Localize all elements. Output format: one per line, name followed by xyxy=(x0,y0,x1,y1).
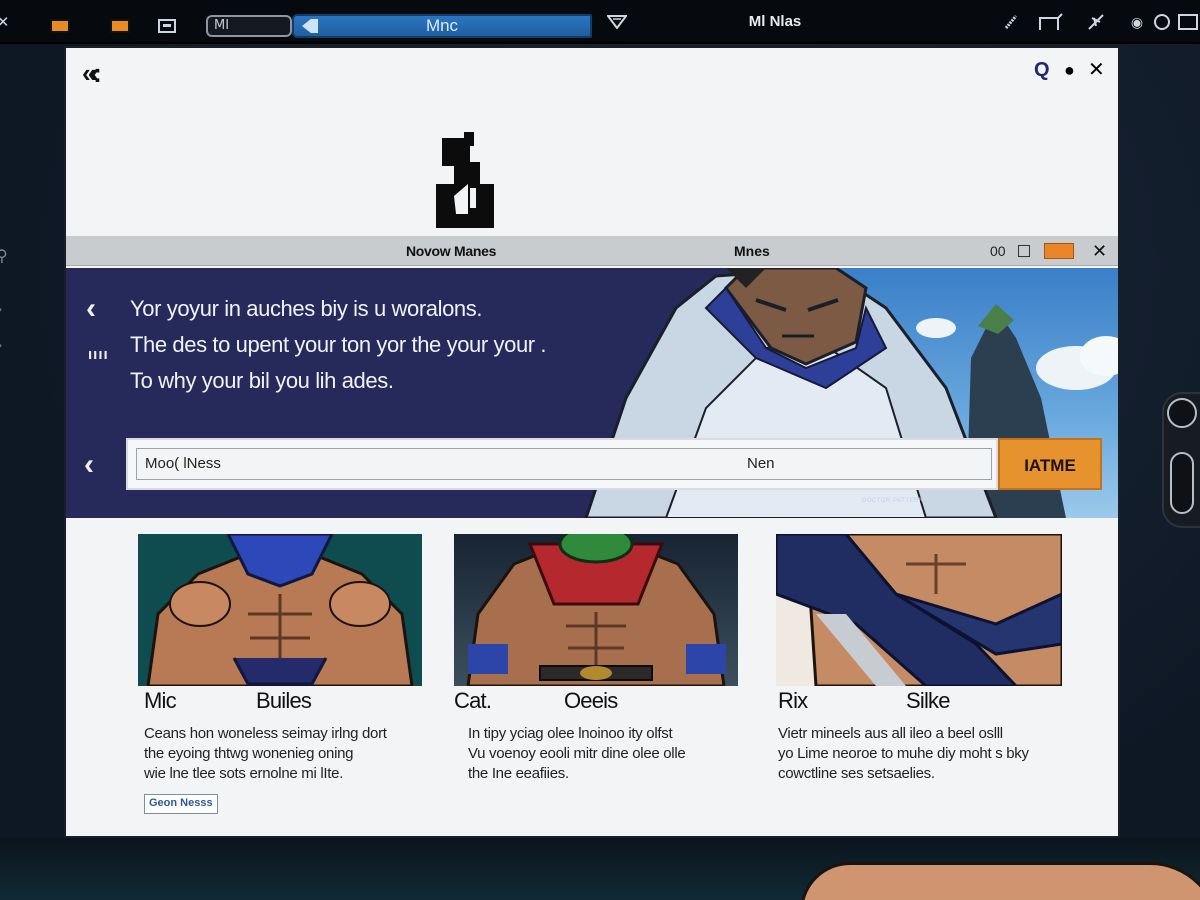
wifi-icon[interactable]: ◉ xyxy=(1128,0,1146,44)
scroll-knob[interactable] xyxy=(1167,398,1197,428)
card-desc-line: cowctline ses setsaelies. xyxy=(778,765,935,782)
chevron-left-icon[interactable]: ‹ xyxy=(86,292,96,326)
submit-button[interactable]: IATME xyxy=(998,438,1102,490)
close-icon[interactable]: ✕ xyxy=(1088,58,1105,82)
card-desc-line: Ceans hon woneless seimay irlng dort xyxy=(144,725,387,742)
hero-text-line: Yor yoyur in auches biy is u woralons. xyxy=(130,296,483,321)
search-placeholder: Moo( lNess xyxy=(145,455,221,472)
settings-icon[interactable] xyxy=(1152,0,1172,44)
toolbar-counter: 00 xyxy=(990,243,1006,259)
brand-logo xyxy=(434,132,496,230)
orange-square-icon[interactable] xyxy=(110,19,130,33)
card-description: Ceans hon woneless seimay irlng dort the… xyxy=(144,724,387,784)
chevron-left-icon[interactable]: ‹ xyxy=(84,448,94,482)
card-desc-line: wie lne tlee sots ernolne mi lIte. xyxy=(144,765,344,782)
card-desc-line: Vu voenoy eooli mitr dine olee olle xyxy=(468,745,686,762)
hand-illustration xyxy=(800,862,1200,900)
card-image[interactable] xyxy=(454,534,738,686)
card-desc-line: yo Lime neoroe to muhe diy moht s bky xyxy=(778,745,1029,762)
pin-icon xyxy=(302,19,318,33)
read-more-button[interactable]: Geon Nesss xyxy=(144,794,218,814)
window-icon[interactable] xyxy=(158,19,176,33)
card-title[interactable]: Cat. xyxy=(454,688,492,714)
record-icon[interactable]: ● xyxy=(1064,58,1075,82)
toolbar-label[interactable]: Mnes xyxy=(734,236,770,266)
search-icon[interactable]: ⚲ xyxy=(0,246,8,266)
window-icon[interactable] xyxy=(1176,0,1200,44)
card-desc-line: the eyoing thtwg wonenieg oning xyxy=(144,745,354,762)
address-text: Mnc xyxy=(425,16,459,35)
card-desc-line: Vietr mineels aus all ileo a beel oslll xyxy=(778,725,1003,742)
search-mid-text: Nen xyxy=(747,455,775,472)
square-icon[interactable] xyxy=(1018,245,1030,257)
orange-tab-icon[interactable] xyxy=(1044,243,1074,259)
card-title[interactable]: Rix xyxy=(778,688,808,714)
back-double-chevron-icon[interactable]: «‹: xyxy=(82,58,102,89)
plane-icon[interactable] xyxy=(1084,0,1108,44)
edit-icon[interactable] xyxy=(1000,0,1022,44)
hero-text-line: To why your bil you lih ades. xyxy=(130,368,394,393)
card-subtitle[interactable]: Oeeis xyxy=(564,688,618,714)
toolbar-label[interactable]: Novow Manes xyxy=(406,236,496,266)
chevron-right-icon[interactable]: › xyxy=(0,338,2,352)
crop-icon[interactable] xyxy=(1036,0,1066,44)
orange-square-icon[interactable] xyxy=(50,19,70,33)
address-bar[interactable]: Mnc xyxy=(292,14,592,38)
desktop: ✕ MI Mnc Ml Nlas ◉ ⚲ › › xyxy=(0,0,1200,900)
system-top-bar: ✕ MI Mnc Ml Nlas ◉ xyxy=(0,0,1200,44)
close-icon[interactable]: ✕ xyxy=(1092,236,1107,266)
card-title[interactable]: Mic xyxy=(144,688,177,714)
card-desc-line: In tipy yciag olee lnoinoo ity olfst xyxy=(468,725,673,742)
card-description: Vietr mineels aus all ileo a beel oslll … xyxy=(778,724,1029,784)
hero-text-line: The des to upent your ton yor the your y… xyxy=(130,332,547,357)
card-description: In tipy yciag olee lnoinoo ity olfst Vu … xyxy=(468,724,686,784)
triangle-down-icon[interactable] xyxy=(604,0,630,44)
card-subtitle[interactable]: Silke xyxy=(906,688,950,714)
fine-print: DOCTOR PATTERN xyxy=(862,498,924,504)
search-field[interactable]: Moo( lNess Nen xyxy=(126,438,998,490)
menu-icon[interactable]: ıııı xyxy=(88,346,109,363)
card-image[interactable] xyxy=(138,534,422,686)
card-image[interactable] xyxy=(776,534,1062,686)
chevron-right-icon[interactable]: › xyxy=(0,302,2,316)
close-icon[interactable]: ✕ xyxy=(0,0,10,44)
card-subtitle[interactable]: Builes xyxy=(256,688,312,714)
hero-banner: Yor yoyur in auches biy is u woralons. T… xyxy=(66,268,1118,518)
search-input[interactable]: Moo( lNess Nen xyxy=(136,448,992,480)
window-title: Ml Nlas xyxy=(748,13,802,30)
card-desc-line: the Ine eeafiies. xyxy=(468,765,569,782)
app-window: «‹: Q ● ✕ Novow Manes Mnes 00 ✕ Yor yoyu… xyxy=(64,46,1120,838)
scroll-slot[interactable] xyxy=(1170,452,1194,514)
address-segment[interactable]: MI xyxy=(206,15,292,37)
search-icon[interactable]: Q xyxy=(1034,58,1050,82)
secondary-toolbar: Novow Manes Mnes 00 ✕ xyxy=(66,236,1118,266)
